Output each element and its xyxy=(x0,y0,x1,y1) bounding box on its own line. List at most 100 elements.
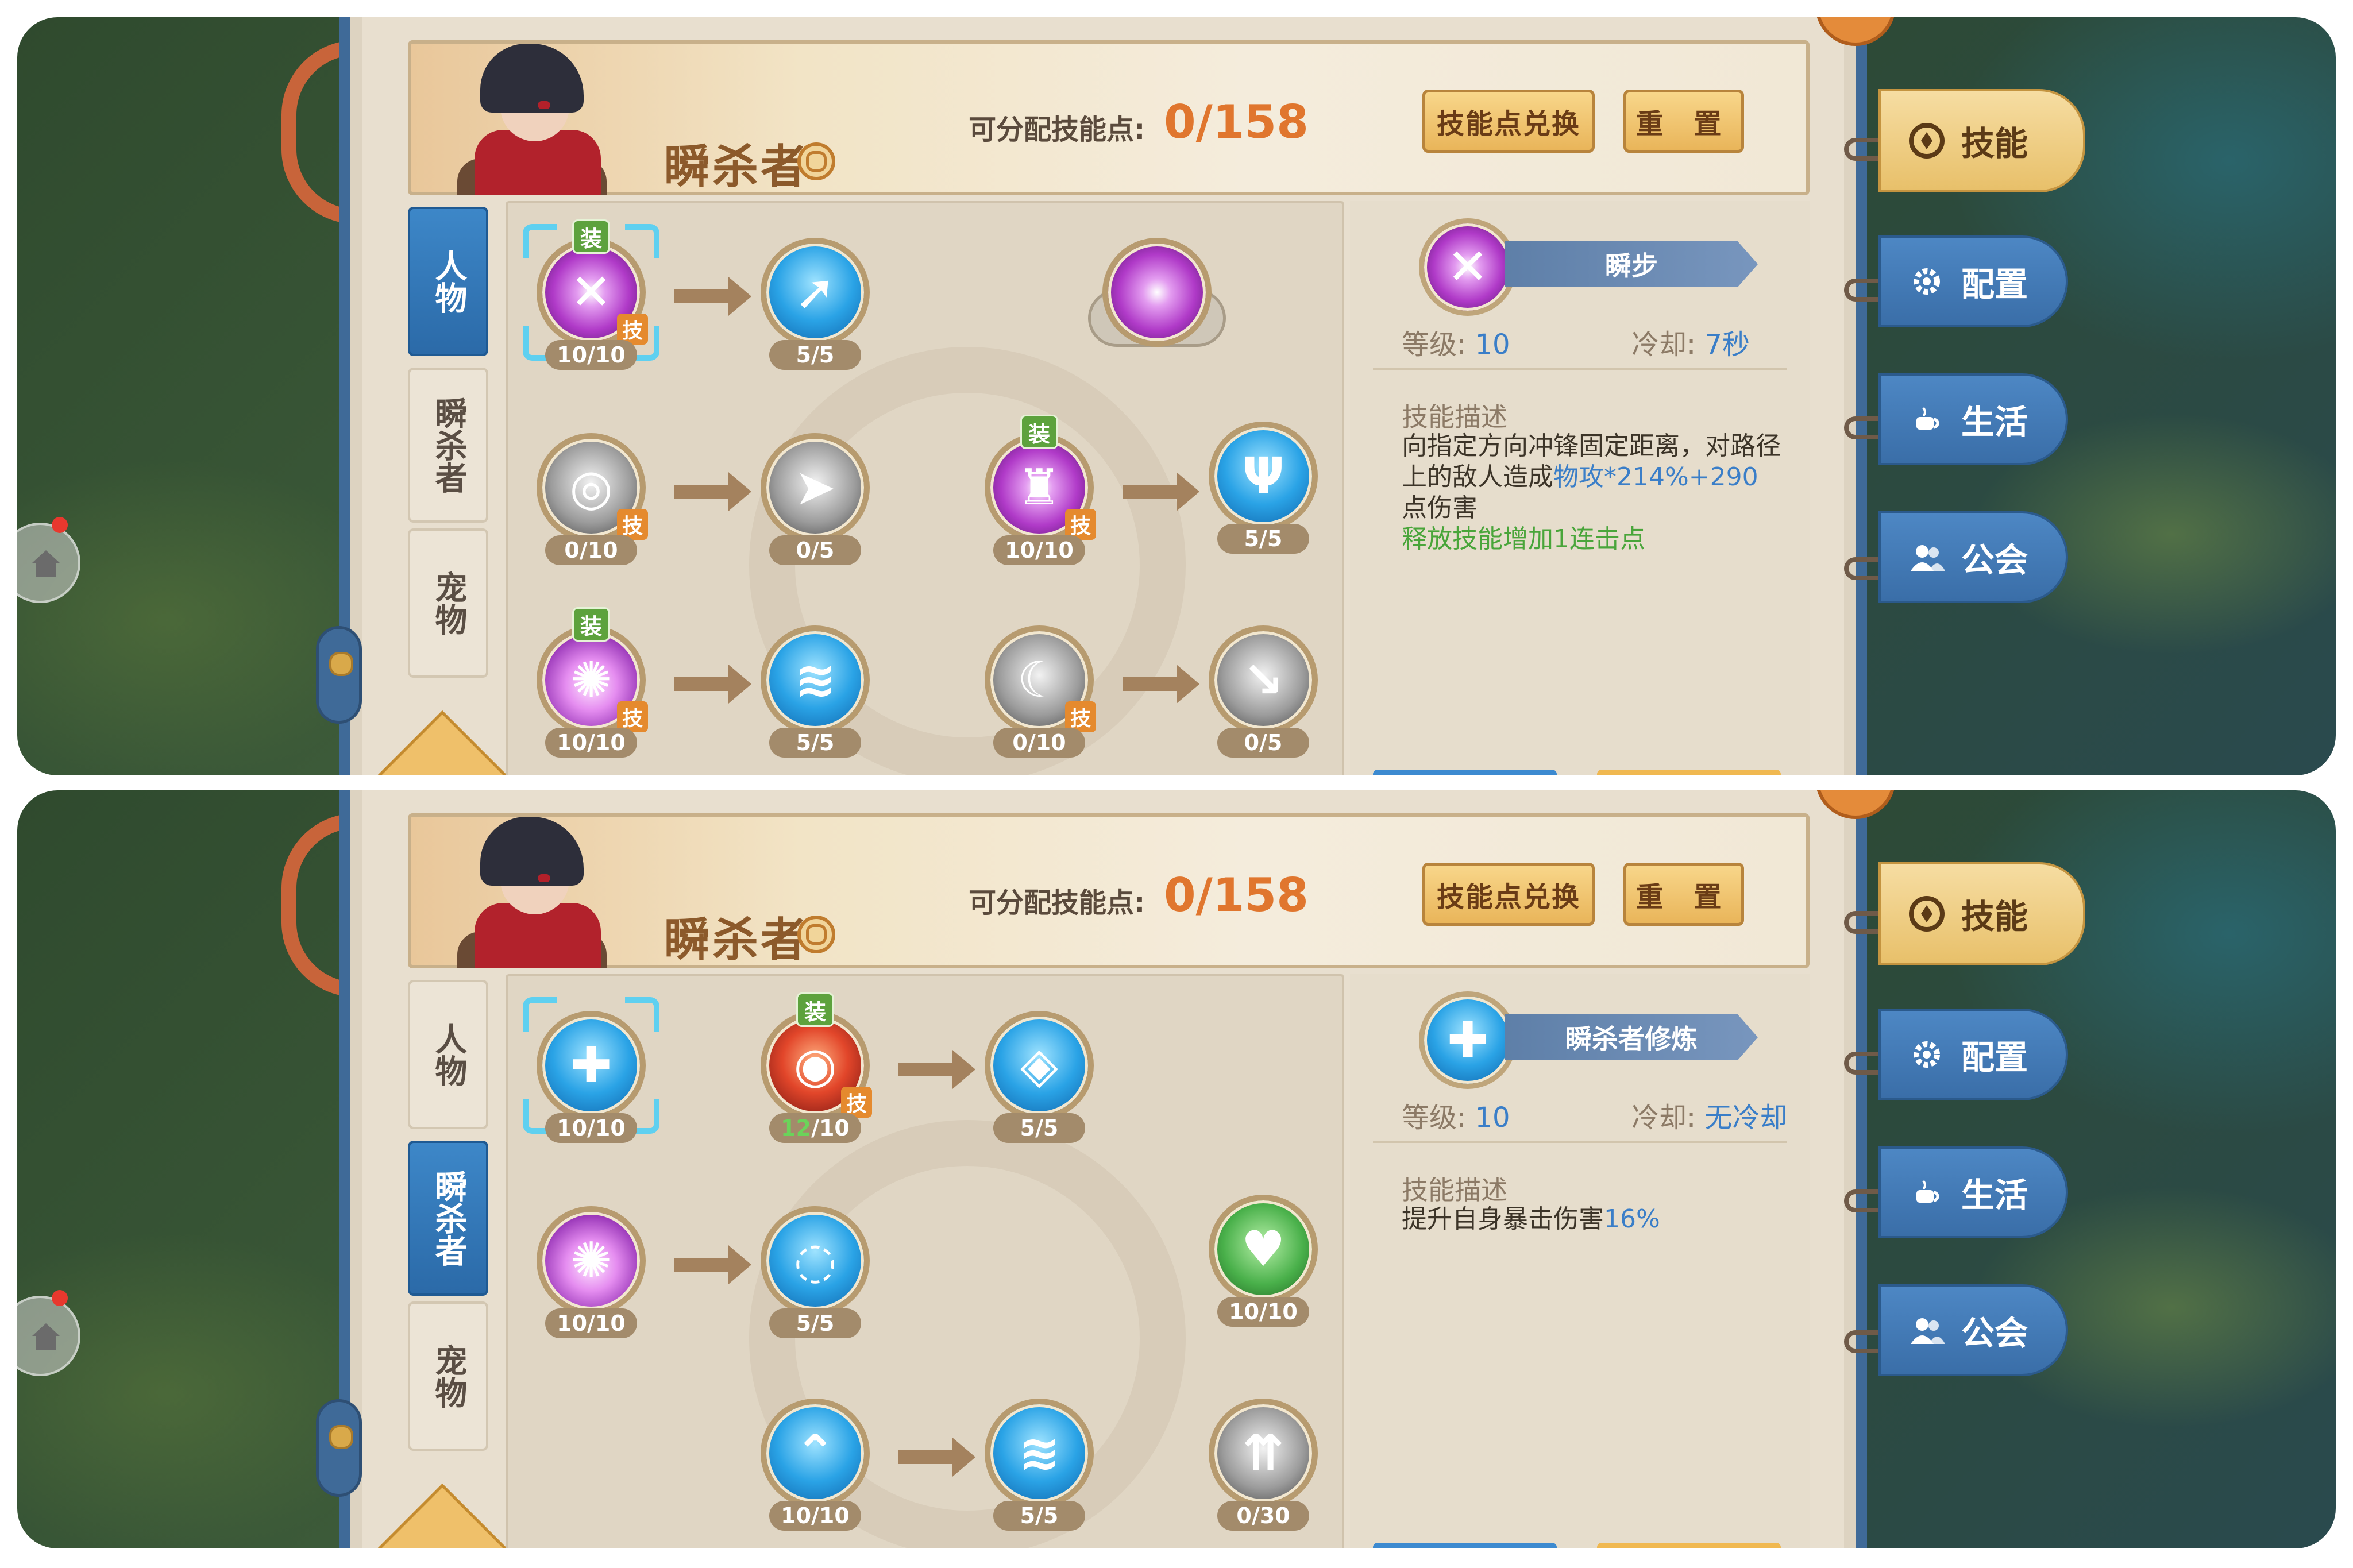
skill-node[interactable]: ◎ 技 0/10 xyxy=(531,433,651,565)
nav-tab-config[interactable]: 配置 xyxy=(1878,235,2068,327)
book-buckle xyxy=(316,1399,362,1497)
skill-node[interactable]: ✺ 装 技 10/10 xyxy=(531,607,651,758)
detail-action-button-orange[interactable] xyxy=(1597,770,1781,775)
arrow-connector xyxy=(898,1438,975,1477)
reset-button[interactable]: 重 置 xyxy=(1623,90,1744,153)
tab-pet[interactable]: 宠物 xyxy=(408,528,488,678)
tab-assassin[interactable]: 瞬杀者 xyxy=(408,368,488,523)
detail-buttons xyxy=(1373,1543,1787,1548)
nav-tab-life[interactable]: 生活 xyxy=(1878,373,2068,465)
daggers-icon: ≋ xyxy=(985,1399,1094,1508)
cooldown-value: 7秒 xyxy=(1704,329,1750,361)
detail-action-button-blue[interactable] xyxy=(1373,770,1557,775)
blue-flame-icon: ✚ xyxy=(537,1011,646,1120)
equipped-badge: 装 xyxy=(1020,415,1058,449)
nav-tab-guild[interactable]: 公会 xyxy=(1878,1284,2068,1376)
equipped-badge: 装 xyxy=(572,219,610,254)
tab-character[interactable]: 人物 xyxy=(408,207,488,356)
skill-tree: ✕ 装 技 10/10 ➚ 5/5 ◎ 技 0/10 ➤ 0/5 ♜ 装 技 1… xyxy=(506,201,1344,775)
skill-level: 10/10 xyxy=(545,340,637,370)
level-value: 10 xyxy=(1475,329,1510,361)
nav-tab-label: 技能 xyxy=(1961,897,2028,936)
book-buckle xyxy=(316,626,362,724)
skill-node[interactable]: ◈ 5/5 xyxy=(979,1011,1100,1143)
skill-node[interactable]: ↘ 0/5 xyxy=(1203,625,1324,758)
home-icon xyxy=(32,1323,60,1350)
skill-node[interactable]: ◌ 5/5 xyxy=(755,1206,875,1338)
nav-tab-label: 技能 xyxy=(1961,124,2028,163)
nav-tab-label: 公会 xyxy=(1961,1314,2028,1353)
equipped-badge: 装 xyxy=(572,607,610,642)
nav-tab-guild[interactable]: 公会 xyxy=(1878,511,2068,603)
nav-tab-config[interactable]: 配置 xyxy=(1878,1009,2068,1100)
skill-level: 5/5 xyxy=(769,728,861,758)
arrows-up-icon: ⇈ xyxy=(1209,1399,1318,1508)
skill-level: 10/10 xyxy=(769,1501,861,1531)
skill-detail-name: 瞬步 xyxy=(1505,241,1758,287)
class-name: 瞬杀者 xyxy=(664,140,809,194)
description-text: 向指定方向冲锋固定距离，对路径上的敌人造成物攻*214%+290点伤害 释放技能… xyxy=(1402,431,1781,555)
level-label: 等级: xyxy=(1402,1102,1467,1134)
detail-action-button-blue[interactable] xyxy=(1373,1543,1557,1548)
skill-node[interactable]: ◉ 装 技 12/10 xyxy=(755,992,875,1143)
skill-panel-assassin: 瞬杀者 可分配技能点: 0/158 技能点兑换 重 置 人物 瞬杀者 宠物 ✚ … xyxy=(17,790,2336,1548)
nav-tab-label: 配置 xyxy=(1961,1038,2028,1077)
skill-node[interactable]: ✕ 装 技 10/10 xyxy=(523,219,659,370)
skill-node[interactable]: ➚ 5/5 xyxy=(755,238,875,370)
class-name: 瞬杀者 xyxy=(664,913,809,967)
skill-level: 5/5 xyxy=(993,1113,1085,1143)
gear-icon xyxy=(1904,1037,1950,1072)
skill-node[interactable]: ✺ 10/10 xyxy=(531,1206,651,1338)
arrow-connector xyxy=(1123,665,1199,704)
skill-point-exchange-button[interactable]: 技能点兑换 xyxy=(1422,863,1595,926)
skill-node[interactable]: Ψ 5/5 xyxy=(1203,422,1324,554)
hero-portrait xyxy=(446,44,612,195)
class-switch-icon[interactable] xyxy=(797,142,835,180)
cooldown-value: 无冷却 xyxy=(1704,1102,1788,1134)
skill-node[interactable]: ✚ 10/10 xyxy=(523,997,659,1143)
skill-level: 0/10 xyxy=(545,535,637,565)
skill-point-exchange-button[interactable]: 技能点兑换 xyxy=(1422,90,1595,153)
skill-level: 10/10 xyxy=(545,728,637,758)
nav-tab-label: 公会 xyxy=(1961,540,2028,580)
skill-node[interactable]: ⇈ 0/30 xyxy=(1203,1399,1324,1531)
cup-icon xyxy=(1904,402,1950,437)
skill-level: 10/10 xyxy=(545,1308,637,1338)
nav-tab-label: 配置 xyxy=(1961,265,2028,304)
skill-icon xyxy=(1904,121,1950,161)
skill-detail-name: 瞬杀者修炼 xyxy=(1505,1014,1758,1060)
tab-pet[interactable]: 宠物 xyxy=(408,1301,488,1451)
tab-character[interactable]: 人物 xyxy=(408,980,488,1129)
skill-node[interactable]: ≋ 5/5 xyxy=(755,625,875,758)
class-switch-icon[interactable] xyxy=(797,916,835,953)
skill-level-max: /10 xyxy=(811,1115,850,1141)
tab-assassin[interactable]: 瞬杀者 xyxy=(408,1141,488,1296)
cursor-plus-icon: ➤ xyxy=(761,433,870,542)
skill-node[interactable]: ♜ 装 技 10/10 xyxy=(979,415,1100,565)
nav-tab-life[interactable]: 生活 xyxy=(1878,1146,2068,1238)
arrow-down-minus-icon: ↘ xyxy=(1209,625,1318,735)
pink-burst-icon: ✺ xyxy=(537,1206,646,1315)
skill-node[interactable]: ➤ 0/5 xyxy=(755,433,875,565)
skill-level: 0/5 xyxy=(769,535,861,565)
skill-level: 5/5 xyxy=(993,1501,1085,1531)
detail-action-button-orange[interactable] xyxy=(1597,1543,1781,1548)
skill-detail: ✚ 瞬杀者修炼 等级: 10 冷却: 无冷却 技能描述 提升自身暴击伤害16% xyxy=(1350,974,1810,1548)
skill-level-current: 12 xyxy=(781,1115,812,1141)
nav-tab-skills[interactable]: 技能 xyxy=(1878,862,2085,965)
skill-points-label: 可分配技能点: xyxy=(969,887,1145,919)
skill-node[interactable]: ⌃ 10/10 xyxy=(755,1399,875,1531)
notification-dot xyxy=(52,517,68,533)
home-icon xyxy=(32,550,60,577)
nav-tab-skills[interactable]: 技能 xyxy=(1878,89,2085,192)
skill-header: 瞬杀者 可分配技能点: 0/158 技能点兑换 重 置 xyxy=(408,813,1810,968)
skill-points-label: 可分配技能点: xyxy=(969,114,1145,146)
description-prefix: 提升自身暴击伤害 xyxy=(1402,1204,1604,1234)
skill-node[interactable]: ♥ 10/10 xyxy=(1203,1195,1324,1327)
description-suffix: 点伤害 xyxy=(1402,493,1478,523)
detail-buttons xyxy=(1373,770,1787,775)
skill-node[interactable]: ☾ 技 0/10 xyxy=(979,625,1100,758)
reset-button[interactable]: 重 置 xyxy=(1623,863,1744,926)
skill-node[interactable] xyxy=(1088,238,1226,364)
skill-node[interactable]: ≋ 5/5 xyxy=(979,1399,1100,1531)
